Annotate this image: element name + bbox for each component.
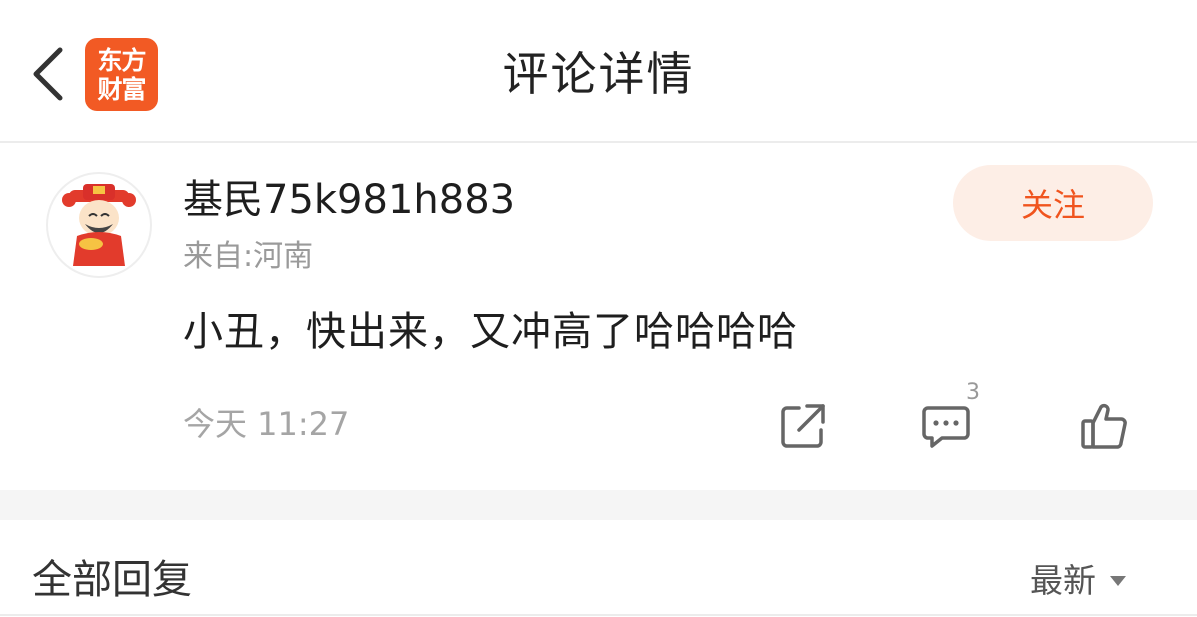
comment-icon bbox=[922, 406, 970, 448]
like-button[interactable] bbox=[1076, 398, 1132, 454]
avatar-icon bbox=[62, 184, 136, 266]
bottom-divider bbox=[0, 614, 1197, 616]
replies-title: 全部回复 bbox=[32, 557, 192, 603]
section-divider bbox=[0, 490, 1197, 520]
follow-button[interactable]: 关注 bbox=[953, 165, 1153, 241]
sort-label: 最新 bbox=[1030, 561, 1096, 600]
username[interactable]: 基民75k981h883 bbox=[183, 175, 515, 225]
reply-count-badge: 3 bbox=[966, 380, 980, 405]
sort-dropdown[interactable]: 最新 bbox=[1030, 558, 1126, 604]
comment-time: 今天 11:27 bbox=[183, 405, 350, 443]
caret-down-icon bbox=[1110, 576, 1126, 586]
avatar[interactable] bbox=[46, 172, 152, 278]
user-location: 来自:河南 bbox=[183, 239, 314, 274]
comment-text: 小丑，快出来，又冲高了哈哈哈哈 bbox=[183, 309, 798, 355]
share-button[interactable] bbox=[775, 398, 831, 454]
share-icon bbox=[781, 404, 825, 448]
top-bar: 东方 财富 评论详情 bbox=[0, 0, 1197, 143]
replies-header: 全部回复 最新 bbox=[0, 520, 1197, 617]
page-title: 评论详情 bbox=[502, 47, 695, 101]
comment-card: 基民75k981h883 来自:河南 关注 小丑，快出来，又冲高了哈哈哈哈 今天… bbox=[0, 145, 1197, 490]
reply-button[interactable] bbox=[918, 398, 974, 454]
thumbs-up-icon bbox=[1081, 403, 1127, 449]
